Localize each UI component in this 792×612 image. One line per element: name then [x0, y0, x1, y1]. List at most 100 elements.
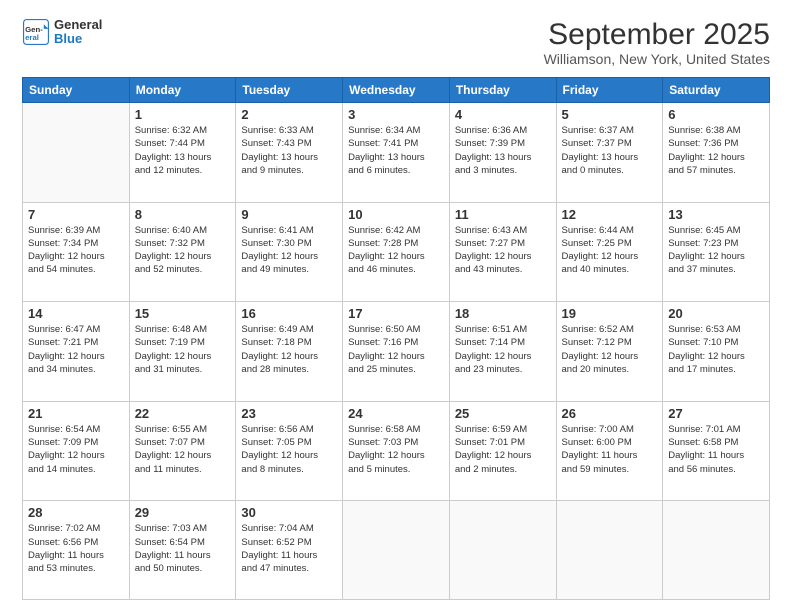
day-info: Sunrise: 6:40 AMSunset: 7:32 PMDaylight:…	[135, 224, 231, 277]
calendar-cell: 11Sunrise: 6:43 AMSunset: 7:27 PMDayligh…	[449, 202, 556, 302]
weekday-header-thursday: Thursday	[449, 78, 556, 103]
day-number: 25	[455, 406, 551, 421]
day-number: 26	[562, 406, 658, 421]
calendar-cell: 21 Sunrise: 6:54 AMSunset: 7:09 PMDayligh…	[23, 401, 130, 501]
calendar-cell: 13 Sunrise: 6:45 AMSunset: 7:23 PMDayligh…	[663, 202, 770, 302]
calendar-week-row: 21 Sunrise: 6:54 AMSunset: 7:09 PMDayligh…	[23, 401, 770, 501]
day-number: 10	[348, 207, 444, 222]
logo: Gen- eral General Blue	[22, 18, 102, 47]
day-info: Sunrise: 6:45 AMSunset: 7:23 PMDaylight:…	[668, 224, 764, 277]
calendar-cell: 24 Sunrise: 6:58 AMSunset: 7:03 PMDayligh…	[343, 401, 450, 501]
weekday-header-sunday: Sunday	[23, 78, 130, 103]
day-info: Sunrise: 6:49 AMSunset: 7:18 PMDaylight:…	[241, 323, 337, 376]
logo-line2: Blue	[54, 32, 102, 46]
day-info: Sunrise: 6:59 AMSunset: 7:01 PMDaylight:…	[455, 423, 551, 476]
day-info: Sunrise: 6:37 AMSunset: 7:37 PMDaylight:…	[562, 124, 658, 177]
day-info: Sunrise: 7:03 AMSunset: 6:54 PMDaylight:…	[135, 522, 231, 575]
day-number: 21	[28, 406, 124, 421]
calendar-week-row: 14Sunrise: 6:47 AMSunset: 7:21 PMDayligh…	[23, 302, 770, 402]
calendar-cell: 17 Sunrise: 6:50 AMSunset: 7:16 PMDayligh…	[343, 302, 450, 402]
calendar-cell: 18 Sunrise: 6:51 AMSunset: 7:14 PMDayligh…	[449, 302, 556, 402]
day-number: 9	[241, 207, 337, 222]
day-number: 17	[348, 306, 444, 321]
day-number: 24	[348, 406, 444, 421]
day-number: 4	[455, 107, 551, 122]
calendar-table: SundayMondayTuesdayWednesdayThursdayFrid…	[22, 77, 770, 600]
day-number: 30	[241, 505, 337, 520]
day-info: Sunrise: 6:34 AMSunset: 7:41 PMDaylight:…	[348, 124, 444, 177]
day-info: Sunrise: 6:39 AMSunset: 7:34 PMDaylight:…	[28, 224, 124, 277]
calendar-cell: 29 Sunrise: 7:03 AMSunset: 6:54 PMDayligh…	[129, 501, 236, 600]
page: Gen- eral General Blue September 2025 Wi…	[0, 0, 792, 612]
day-info: Sunrise: 6:52 AMSunset: 7:12 PMDaylight:…	[562, 323, 658, 376]
weekday-header-saturday: Saturday	[663, 78, 770, 103]
calendar-cell: 15 Sunrise: 6:48 AMSunset: 7:19 PMDayligh…	[129, 302, 236, 402]
day-number: 29	[135, 505, 231, 520]
calendar-cell: 26 Sunrise: 7:00 AMSunset: 6:00 PMDayligh…	[556, 401, 663, 501]
day-number: 5	[562, 107, 658, 122]
day-info: Sunrise: 6:50 AMSunset: 7:16 PMDaylight:…	[348, 323, 444, 376]
title-block: September 2025 Williamson, New York, Uni…	[544, 18, 770, 67]
day-info: Sunrise: 6:55 AMSunset: 7:07 PMDaylight:…	[135, 423, 231, 476]
day-info: Sunrise: 6:48 AMSunset: 7:19 PMDaylight:…	[135, 323, 231, 376]
day-info: Sunrise: 6:54 AMSunset: 7:09 PMDaylight:…	[28, 423, 124, 476]
calendar-cell	[23, 103, 130, 203]
weekday-header-wednesday: Wednesday	[343, 78, 450, 103]
day-info: Sunrise: 6:41 AMSunset: 7:30 PMDaylight:…	[241, 224, 337, 277]
day-info: Sunrise: 7:00 AMSunset: 6:00 PMDaylight:…	[562, 423, 658, 476]
calendar-cell: 23Sunrise: 6:56 AMSunset: 7:05 PMDayligh…	[236, 401, 343, 501]
calendar-cell: 30 Sunrise: 7:04 AMSunset: 6:52 PMDayligh…	[236, 501, 343, 600]
weekday-header-monday: Monday	[129, 78, 236, 103]
day-number: 2	[241, 107, 337, 122]
calendar-cell: 6Sunrise: 6:38 AMSunset: 7:36 PMDaylight…	[663, 103, 770, 203]
day-info: Sunrise: 6:42 AMSunset: 7:28 PMDaylight:…	[348, 224, 444, 277]
day-info: Sunrise: 6:53 AMSunset: 7:10 PMDaylight:…	[668, 323, 764, 376]
header: Gen- eral General Blue September 2025 Wi…	[22, 18, 770, 67]
weekday-header-friday: Friday	[556, 78, 663, 103]
calendar-cell: 19Sunrise: 6:52 AMSunset: 7:12 PMDayligh…	[556, 302, 663, 402]
calendar-cell: 10 Sunrise: 6:42 AMSunset: 7:28 PMDayligh…	[343, 202, 450, 302]
day-number: 8	[135, 207, 231, 222]
day-number: 7	[28, 207, 124, 222]
day-number: 15	[135, 306, 231, 321]
calendar-week-row: 1Sunrise: 6:32 AMSunset: 7:44 PMDaylight…	[23, 103, 770, 203]
day-info: Sunrise: 6:58 AMSunset: 7:03 PMDaylight:…	[348, 423, 444, 476]
calendar-cell: 20Sunrise: 6:53 AMSunset: 7:10 PMDayligh…	[663, 302, 770, 402]
calendar-cell: 27Sunrise: 7:01 AMSunset: 6:58 PMDayligh…	[663, 401, 770, 501]
day-info: Sunrise: 6:56 AMSunset: 7:05 PMDaylight:…	[241, 423, 337, 476]
calendar-cell: 22Sunrise: 6:55 AMSunset: 7:07 PMDayligh…	[129, 401, 236, 501]
calendar-cell	[663, 501, 770, 600]
day-number: 6	[668, 107, 764, 122]
day-number: 16	[241, 306, 337, 321]
calendar-cell: 28Sunrise: 7:02 AMSunset: 6:56 PMDayligh…	[23, 501, 130, 600]
calendar-cell	[556, 501, 663, 600]
day-info: Sunrise: 6:36 AMSunset: 7:39 PMDaylight:…	[455, 124, 551, 177]
day-info: Sunrise: 7:04 AMSunset: 6:52 PMDaylight:…	[241, 522, 337, 575]
day-number: 18	[455, 306, 551, 321]
day-info: Sunrise: 6:51 AMSunset: 7:14 PMDaylight:…	[455, 323, 551, 376]
day-info: Sunrise: 6:44 AMSunset: 7:25 PMDaylight:…	[562, 224, 658, 277]
day-info: Sunrise: 7:02 AMSunset: 6:56 PMDaylight:…	[28, 522, 124, 575]
weekday-header-tuesday: Tuesday	[236, 78, 343, 103]
calendar-cell: 5 Sunrise: 6:37 AMSunset: 7:37 PMDaylight…	[556, 103, 663, 203]
calendar-cell: 12 Sunrise: 6:44 AMSunset: 7:25 PMDayligh…	[556, 202, 663, 302]
calendar-cell: 2 Sunrise: 6:33 AMSunset: 7:43 PMDaylight…	[236, 103, 343, 203]
logo-line1: General	[54, 18, 102, 32]
day-info: Sunrise: 6:33 AMSunset: 7:43 PMDaylight:…	[241, 124, 337, 177]
month-title: September 2025	[544, 18, 770, 51]
day-info: Sunrise: 6:32 AMSunset: 7:44 PMDaylight:…	[135, 124, 231, 177]
logo-text: General Blue	[54, 18, 102, 47]
calendar-cell: 8 Sunrise: 6:40 AMSunset: 7:32 PMDaylight…	[129, 202, 236, 302]
calendar-cell	[343, 501, 450, 600]
day-number: 13	[668, 207, 764, 222]
day-number: 27	[668, 406, 764, 421]
day-number: 12	[562, 207, 658, 222]
logo-icon: Gen- eral	[22, 18, 50, 46]
day-number: 11	[455, 207, 551, 222]
day-info: Sunrise: 6:47 AMSunset: 7:21 PMDaylight:…	[28, 323, 124, 376]
svg-text:eral: eral	[25, 33, 39, 42]
location-subtitle: Williamson, New York, United States	[544, 51, 770, 67]
calendar-cell: 4 Sunrise: 6:36 AMSunset: 7:39 PMDaylight…	[449, 103, 556, 203]
calendar-cell: 7 Sunrise: 6:39 AMSunset: 7:34 PMDaylight…	[23, 202, 130, 302]
calendar-cell: 16 Sunrise: 6:49 AMSunset: 7:18 PMDayligh…	[236, 302, 343, 402]
